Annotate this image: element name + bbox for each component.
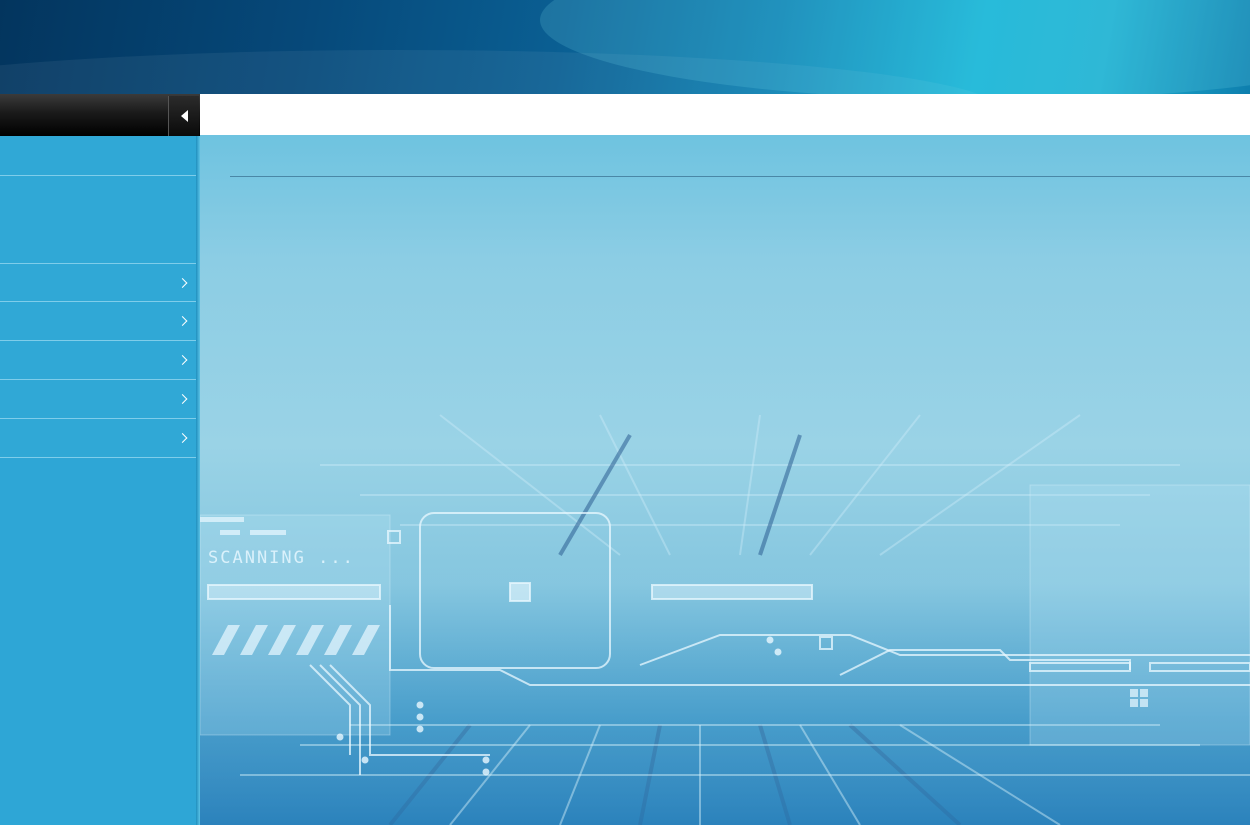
triangle-left-icon — [180, 110, 188, 122]
chevron-right-icon — [177, 277, 188, 288]
chevron-right-icon — [177, 355, 188, 365]
chevron-right-icon — [177, 433, 188, 443]
sidebar-item-7[interactable] — [0, 419, 196, 458]
scanning-label: SCANNING ... — [208, 548, 355, 568]
sidebar-item-5[interactable] — [0, 341, 196, 380]
sidebar-item-4[interactable] — [0, 302, 196, 341]
sidebar-item-2[interactable] — [0, 176, 196, 264]
sidebar — [0, 94, 200, 825]
sidebar-item-3[interactable] — [0, 264, 196, 302]
chevron-right-icon — [177, 394, 188, 404]
sidebar-item-6[interactable] — [0, 380, 196, 419]
chevron-right-icon — [177, 316, 188, 326]
sidebar-collapse-button[interactable] — [168, 96, 199, 136]
background-illustration: SCANNING ... — [200, 414, 1250, 825]
header-banner — [0, 0, 1250, 94]
sidebar-header — [0, 94, 200, 136]
top-bar — [200, 94, 1250, 135]
main-content: SCANNING ... — [200, 135, 1250, 825]
sidebar-item-1[interactable] — [0, 136, 196, 176]
